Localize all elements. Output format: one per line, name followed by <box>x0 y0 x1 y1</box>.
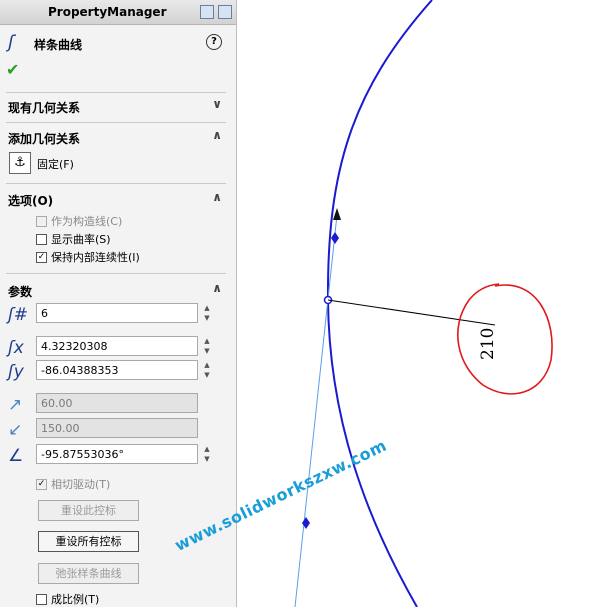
spinner[interactable]: ▲ ▼ <box>202 303 212 323</box>
construction-label: 作为构造线(C) <box>51 215 123 228</box>
handle-arrow-icon[interactable] <box>333 208 341 220</box>
proportional-checkbox[interactable] <box>36 593 47 605</box>
section-label: 参数 <box>8 285 33 299</box>
spinner[interactable]: ▲ ▼ <box>202 360 212 380</box>
relax-spline-button[interactable]: 弛张样条曲线 <box>38 563 139 584</box>
pin-icon[interactable] <box>218 5 232 19</box>
feature-name: 样条曲线 <box>34 38 83 52</box>
divider <box>6 92 226 93</box>
section-parameters[interactable]: 参数 ∧ <box>0 279 226 301</box>
tangent-driving-checkbox-row[interactable]: ✓ 相切驱动(T) <box>36 476 110 492</box>
x-coordinate-input[interactable]: 4.32320308 <box>36 336 198 356</box>
section-add-relations[interactable]: 添加几何关系 ∧ <box>0 126 226 148</box>
reset-all-handles-button[interactable]: 重设所有控标 <box>38 531 139 552</box>
tangent-weight-2-icon: ↙ <box>8 420 23 440</box>
divider <box>6 183 226 184</box>
chevron-up-icon[interactable]: ∧ <box>212 128 222 142</box>
tangent-weight-2-row: ↙ 150.00 <box>8 418 218 440</box>
tangent-weight-1-row: ↗ 60.00 <box>8 393 218 415</box>
tangent-driving-label: 相切驱动(T) <box>51 478 111 491</box>
internal-continuity-checkbox-row[interactable]: ✓ 保持内部连续性(I) <box>36 249 140 265</box>
chevron-down-icon[interactable]: ∨ <box>212 97 222 111</box>
tangent-weight-1-icon: ↗ <box>8 395 23 415</box>
point-number-row: ʃ# 6 ▲ ▼ <box>8 303 218 325</box>
header-icons <box>200 5 232 19</box>
tangent-angle-icon: ∠ <box>8 446 24 466</box>
tangent-angle-row: ∠ -95.87553036° ▲ ▼ <box>8 444 218 466</box>
construction-checkbox-row[interactable]: 作为构造线(C) <box>36 213 122 229</box>
y-coordinate-icon: ʃy <box>8 362 24 382</box>
construction-checkbox[interactable] <box>36 215 47 227</box>
y-coord-row: ʃy -86.04388353 ▲ ▼ <box>8 360 218 382</box>
ok-checkmark-button[interactable]: ✔ <box>6 60 19 79</box>
section-existing-relations[interactable]: 现有几何关系 ∨ <box>0 95 226 117</box>
point-number-input[interactable]: 6 <box>36 303 198 323</box>
show-curvature-label: 显示曲率(S) <box>51 233 111 246</box>
tangent-weight-1-input: 60.00 <box>36 393 198 413</box>
reset-handle-button[interactable]: 重设此控标 <box>38 500 139 521</box>
fix-relation-icon[interactable]: ⚓ <box>9 152 31 174</box>
tangent-driving-checkbox[interactable]: ✓ <box>36 478 47 490</box>
section-label: 选项(O) <box>8 194 54 208</box>
proportional-checkbox-row[interactable]: 成比例(T) <box>36 591 99 607</box>
x-coord-row: ʃx 4.32320308 ▲ ▼ <box>8 336 218 358</box>
internal-continuity-label: 保持内部连续性(I) <box>51 251 140 264</box>
handle-diamond-icon[interactable] <box>331 232 339 244</box>
property-manager-header: PropertyManager <box>0 0 236 25</box>
divider <box>6 122 226 123</box>
property-manager-panel: PropertyManager ʃ 样条曲线 ? ✔ 现有几何关系 ∨ 添加几何… <box>0 0 237 607</box>
tangent-weight-2-input: 150.00 <box>36 418 198 438</box>
chevron-up-icon[interactable]: ∧ <box>212 281 222 295</box>
feature-row: ʃ 样条曲线 ? <box>8 32 228 54</box>
fix-relation-label: 固定(F) <box>37 158 74 171</box>
expand-icon[interactable] <box>200 5 214 19</box>
divider <box>6 273 226 274</box>
chevron-up-icon[interactable]: ∧ <box>212 190 222 204</box>
tangent-angle-input[interactable]: -95.87553036° <box>36 444 198 464</box>
internal-continuity-checkbox[interactable]: ✓ <box>36 251 47 263</box>
y-coordinate-input[interactable]: -86.04388353 <box>36 360 198 380</box>
spline-icon: ʃ <box>8 32 15 53</box>
spline-curve[interactable] <box>326 0 433 607</box>
show-curvature-checkbox[interactable] <box>36 233 47 245</box>
proportional-label: 成比例(T) <box>51 593 100 606</box>
spinner[interactable]: ▲ ▼ <box>202 444 212 464</box>
help-icon[interactable]: ? <box>206 34 222 50</box>
section-label: 添加几何关系 <box>8 132 81 146</box>
dimension-leader-line <box>327 299 496 326</box>
dimension-value[interactable]: 210 <box>478 328 498 360</box>
annotation-circle <box>457 283 553 395</box>
spinner[interactable]: ▲ ▼ <box>202 336 212 356</box>
show-curvature-checkbox-row[interactable]: 显示曲率(S) <box>36 231 111 247</box>
spline-point-number-icon: ʃ# <box>8 305 28 325</box>
sketch-canvas[interactable] <box>237 0 589 607</box>
tangent-handle-line[interactable] <box>294 214 338 607</box>
section-label: 现有几何关系 <box>8 101 81 115</box>
x-coordinate-icon: ʃx <box>8 338 24 358</box>
graphics-area[interactable]: 210 <box>237 0 589 607</box>
section-options[interactable]: 选项(O) ∧ <box>0 188 226 210</box>
panel-title: PropertyManager <box>48 5 167 19</box>
